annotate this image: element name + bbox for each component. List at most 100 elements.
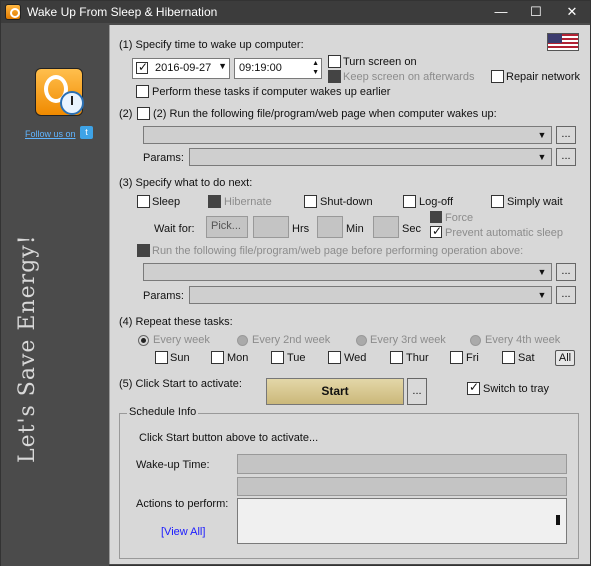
day-sun-label: Sun <box>170 352 190 364</box>
date-enable-checkbox[interactable] <box>136 60 148 74</box>
app-window: Wake Up From Sleep & Hibernation — ☐ ✕ F… <box>0 0 591 566</box>
day-wed-checkbox[interactable] <box>328 351 341 364</box>
actions-list[interactable] <box>237 498 567 544</box>
logoff-label: Log-off <box>419 196 454 208</box>
min-label: Min <box>346 223 364 235</box>
sidebar: Follow us on t Let's Save Energy! <box>1 23 109 566</box>
run-before-combo[interactable]: ▼ <box>143 263 552 281</box>
browse-file-button[interactable]: ... <box>556 126 576 144</box>
shutdown-label: Shut-down <box>320 196 373 208</box>
chevron-down-icon[interactable]: ▼ <box>534 288 550 302</box>
section2-heading: (2) Run the following file/program/web p… <box>153 108 497 120</box>
hrs-label: Hrs <box>292 223 310 235</box>
params-label: Params: <box>143 152 184 164</box>
maximize-icon[interactable]: ☐ <box>521 1 551 23</box>
main-panel: (1) Specify time to wake up computer: 20… <box>109 25 590 564</box>
every-4th-week-radio[interactable] <box>470 335 481 346</box>
spinner-icon[interactable]: ▲ ▼ <box>312 59 319 77</box>
every-2nd-week-label: Every 2nd week <box>252 334 331 346</box>
slogan: Let's Save Energy! <box>15 234 40 463</box>
run-before-checkbox[interactable] <box>137 244 150 257</box>
prevent-sleep-checkbox[interactable] <box>430 224 442 238</box>
turn-screen-on-checkbox[interactable] <box>328 55 341 68</box>
switch-tray-label: Switch to tray <box>483 383 550 395</box>
scrollbar-thumb[interactable] <box>556 515 560 525</box>
day-sun-checkbox[interactable] <box>155 351 168 364</box>
chevron-down-icon[interactable]: ▼ <box>534 150 550 164</box>
chevron-down-icon[interactable]: ▼ <box>218 61 227 71</box>
minimize-icon[interactable]: — <box>486 1 516 23</box>
params-before-label: Params: <box>143 290 184 302</box>
sleep-label: Sleep <box>152 196 181 208</box>
simply-wait-checkbox[interactable] <box>491 195 504 208</box>
minutes-field[interactable] <box>317 216 343 238</box>
section4-heading: (4) Repeat these tasks: <box>119 316 233 328</box>
turn-screen-on-label: Turn screen on <box>343 56 417 68</box>
wakeup-time-field <box>237 454 567 474</box>
sleep-checkbox[interactable] <box>137 195 150 208</box>
params-before-combo[interactable]: ▼ <box>189 286 552 304</box>
us-flag-icon[interactable] <box>547 33 579 51</box>
section3-heading: (3) Specify what to do next: <box>119 177 253 189</box>
title-bar: Wake Up From Sleep & Hibernation — ☐ ✕ <box>1 1 590 23</box>
repair-network-label: Repair network <box>506 71 580 83</box>
prevent-sleep-label: Prevent automatic sleep <box>445 227 564 239</box>
perform-earlier-label: Perform these tasks if computer wakes up… <box>152 86 391 98</box>
all-days-button[interactable]: All <box>555 350 575 366</box>
switch-tray-checkbox[interactable] <box>467 380 480 395</box>
run-file-checkbox[interactable] <box>137 107 150 120</box>
shutdown-checkbox[interactable] <box>304 195 317 208</box>
force-checkbox[interactable] <box>430 211 442 223</box>
browse-params-before-button[interactable]: ... <box>556 286 576 304</box>
wait-for-label: Wait for: <box>154 223 195 235</box>
browse-before-button[interactable]: ... <box>556 263 576 281</box>
chevron-down-icon[interactable]: ▼ <box>534 128 550 142</box>
pick-button[interactable]: Pick... <box>206 216 248 238</box>
params-combo[interactable]: ▼ <box>189 148 552 166</box>
section5-heading: (5) Click Start to activate: <box>119 378 242 390</box>
wake-date-picker[interactable]: 2016-09-27 ▼ <box>132 58 230 79</box>
day-thur-checkbox[interactable] <box>390 351 403 364</box>
day-mon-checkbox[interactable] <box>211 351 224 364</box>
wakeup-extra-field <box>237 477 567 496</box>
schedule-info-group: Schedule Info Click Start button above t… <box>119 406 579 559</box>
day-fri-checkbox[interactable] <box>450 351 463 364</box>
day-sat-checkbox[interactable] <box>502 351 515 364</box>
day-thur-label: Thur <box>406 352 429 364</box>
window-title: Wake Up From Sleep & Hibernation <box>27 5 218 19</box>
twitter-icon[interactable]: t <box>80 126 93 139</box>
keep-screen-on-checkbox[interactable] <box>328 70 341 83</box>
wakeup-time-label: Wake-up Time: <box>136 459 210 471</box>
sec-label: Sec <box>402 223 421 235</box>
start-options-button[interactable]: ... <box>407 378 427 405</box>
hibernate-checkbox[interactable] <box>208 195 221 208</box>
perform-earlier-checkbox[interactable] <box>136 85 149 98</box>
view-all-link[interactable]: [View All] <box>161 526 205 538</box>
close-icon[interactable]: ✕ <box>557 1 587 23</box>
chevron-down-icon[interactable]: ▼ <box>534 265 550 279</box>
every-3rd-week-radio[interactable] <box>356 335 367 346</box>
seconds-field[interactable] <box>373 216 399 238</box>
wake-date-value: 2016-09-27 <box>155 62 212 74</box>
repair-network-checkbox[interactable] <box>491 70 504 83</box>
actions-label: Actions to perform: <box>136 498 229 510</box>
hibernate-label: Hibernate <box>224 196 272 208</box>
wake-time-value: 09:19:00 <box>239 62 282 74</box>
section1-heading: (1) Specify time to wake up computer: <box>119 39 304 51</box>
day-mon-label: Mon <box>227 352 249 364</box>
run-file-combo[interactable]: ▼ <box>143 126 552 144</box>
day-tue-checkbox[interactable] <box>271 351 284 364</box>
hours-field[interactable] <box>253 216 289 238</box>
simply-wait-label: Simply wait <box>507 196 563 208</box>
start-button[interactable]: Start <box>266 378 404 405</box>
every-week-radio[interactable] <box>138 335 149 346</box>
follow-us-link[interactable]: Follow us on <box>25 129 76 139</box>
browse-params-button[interactable]: ... <box>556 148 576 166</box>
logoff-checkbox[interactable] <box>403 195 416 208</box>
wake-time-field[interactable]: 09:19:00 ▲ ▼ <box>234 58 322 79</box>
app-icon <box>5 4 21 20</box>
schedule-info-title: Schedule Info <box>127 406 199 418</box>
every-2nd-week-radio[interactable] <box>237 335 248 346</box>
every-week-label: Every week <box>153 334 210 346</box>
force-label: Force <box>445 212 474 224</box>
